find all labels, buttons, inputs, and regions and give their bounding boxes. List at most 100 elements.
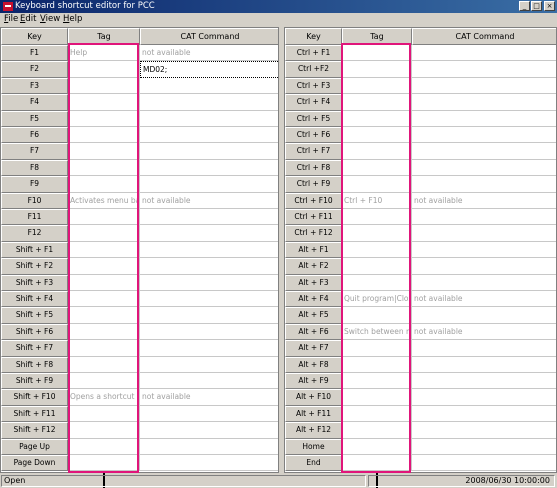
key-cell[interactable]: F3 (1, 77, 68, 95)
key-cell[interactable]: Shift + F8 (1, 356, 68, 373)
table-row[interactable]: Shift + F11 (1, 405, 278, 423)
cat-command-cell[interactable] (412, 176, 556, 193)
cat-command-cell[interactable]: not available (140, 193, 278, 209)
table-row[interactable]: Ctrl + F5 (285, 110, 556, 127)
table-row[interactable]: Shift + F10 Opens a shortcut m not availab… (1, 389, 278, 406)
cat-command-cell[interactable] (140, 127, 278, 144)
key-cell[interactable]: Alt + F6 (285, 323, 342, 341)
key-cell[interactable]: Ctrl + F5 (285, 110, 342, 127)
cat-command-cell[interactable] (140, 143, 278, 160)
key-cell[interactable]: Alt + F4 (285, 291, 342, 308)
cat-command-cell[interactable] (412, 242, 556, 259)
key-cell[interactable]: Alt + F2 (285, 258, 342, 275)
table-row[interactable]: Shift + F2 (1, 258, 278, 275)
table-row[interactable]: Ctrl + F7 (285, 143, 556, 160)
cat-command-cell[interactable] (140, 160, 278, 177)
key-cell[interactable]: Ctrl + F6 (285, 127, 342, 144)
cat-command-cell[interactable] (140, 275, 278, 291)
table-row[interactable]: Alt + F8 (285, 356, 556, 373)
table-row[interactable]: Page Up (1, 438, 278, 455)
table-row[interactable]: Ctrl + F1 (285, 45, 556, 62)
cat-command-cell[interactable] (412, 111, 556, 127)
cat-command-cell[interactable] (140, 258, 278, 275)
cat-command-cell[interactable] (412, 357, 556, 373)
maximize-button[interactable]: □ (531, 1, 542, 11)
cat-command-cell[interactable] (140, 307, 278, 324)
table-row[interactable]: Alt + F5 (285, 307, 556, 324)
key-cell[interactable]: F9 (1, 176, 68, 193)
key-cell[interactable]: Page Down (1, 455, 68, 472)
cat-command-cell[interactable] (140, 324, 278, 341)
column-header-cat[interactable]: CAT Command (140, 28, 278, 45)
table-row[interactable]: Shift + F6 (1, 323, 278, 341)
key-cell[interactable]: Alt + F11 (285, 405, 342, 423)
table-row[interactable]: Shift + F8 (1, 356, 278, 373)
key-cell[interactable]: F11 (1, 209, 68, 226)
cat-command-cell[interactable] (412, 373, 556, 390)
cat-command-cell[interactable] (140, 373, 278, 390)
key-cell[interactable]: Alt + F12 (285, 422, 342, 439)
table-row[interactable]: Alt + F2 (285, 258, 556, 275)
table-row[interactable]: F6 (1, 127, 278, 144)
key-cell[interactable]: Alt + F10 (285, 389, 342, 406)
key-cell[interactable]: Ctrl +F2 (285, 61, 342, 78)
table-row[interactable]: Alt + F10 (285, 389, 556, 406)
table-row[interactable]: Alt + F4Quit program|Closesnot available (285, 291, 556, 308)
key-cell[interactable]: Ctrl + F7 (285, 143, 342, 160)
key-cell[interactable]: Alt + F1 (285, 241, 342, 259)
key-cell[interactable]: F2 (1, 61, 68, 78)
key-cell[interactable]: Shift + F7 (1, 340, 68, 357)
cat-command-cell[interactable] (412, 422, 556, 439)
key-cell[interactable]: Ctrl + F8 (285, 159, 342, 177)
key-cell[interactable]: Shift + F6 (1, 323, 68, 341)
key-cell[interactable]: Alt + F3 (285, 274, 342, 291)
table-row[interactable]: Shift + F4 (1, 291, 278, 308)
cat-command-cell[interactable]: not available (140, 45, 278, 62)
cat-command-cell[interactable] (140, 439, 278, 455)
table-row[interactable]: Alt + F9 (285, 373, 556, 390)
key-cell[interactable]: Ctrl + F9 (285, 176, 342, 193)
cat-command-cell[interactable] (140, 78, 278, 95)
table-row[interactable]: F5 (1, 110, 278, 127)
cat-command-cell[interactable] (140, 340, 278, 357)
table-row[interactable]: Alt + F12 (285, 422, 556, 439)
menu-edit[interactable]: Edit (20, 14, 36, 24)
cat-command-cell[interactable] (412, 94, 556, 111)
cat-command-cell[interactable] (140, 242, 278, 259)
cat-command-cell[interactable] (140, 176, 278, 193)
cat-command-cell[interactable] (140, 94, 278, 111)
key-cell[interactable]: Alt + F8 (285, 356, 342, 373)
key-cell[interactable]: Ctrl + F11 (285, 209, 342, 226)
minimize-button[interactable]: _ (519, 1, 530, 11)
table-row[interactable]: Alt + F3 (285, 274, 556, 291)
close-button[interactable]: × (544, 1, 555, 11)
key-cell[interactable]: Home (285, 438, 342, 455)
key-cell[interactable]: Shift + F12 (1, 422, 68, 439)
table-row[interactable]: Ctrl + F11 (285, 209, 556, 226)
cat-command-cell[interactable]: not available (412, 324, 556, 341)
column-header-key[interactable]: Key (1, 28, 68, 45)
cat-command-cell[interactable] (412, 209, 556, 226)
key-cell[interactable]: Shift + F9 (1, 373, 68, 390)
menu-view[interactable]: View (40, 14, 60, 24)
column-header-key[interactable]: Key (285, 28, 342, 45)
cat-command-cell[interactable] (412, 307, 556, 324)
table-row[interactable]: F12 (1, 225, 278, 242)
cat-command-cell[interactable] (412, 45, 556, 62)
key-cell[interactable]: Ctrl + F3 (285, 77, 342, 95)
key-cell[interactable]: Ctrl + F4 (285, 94, 342, 111)
table-row[interactable]: Ctrl + F8 (285, 159, 556, 177)
table-row[interactable]: F2 MD02; (1, 61, 278, 78)
menu-file[interactable]: File (4, 14, 18, 24)
key-cell[interactable]: Page Up (1, 438, 68, 455)
table-row[interactable]: Alt + F7 (285, 340, 556, 357)
table-row[interactable]: F10 Activates menu bar not available (1, 192, 278, 209)
key-cell[interactable]: F4 (1, 94, 68, 111)
key-cell[interactable]: Ctrl + F1 (285, 45, 342, 62)
key-cell[interactable]: F6 (1, 127, 68, 144)
table-row[interactable]: Shift + F12 (1, 422, 278, 439)
table-row[interactable]: F3 (1, 77, 278, 95)
key-cell[interactable]: Shift + F5 (1, 307, 68, 324)
key-cell[interactable]: Shift + F3 (1, 274, 68, 291)
cat-command-cell[interactable]: not available (412, 193, 556, 209)
